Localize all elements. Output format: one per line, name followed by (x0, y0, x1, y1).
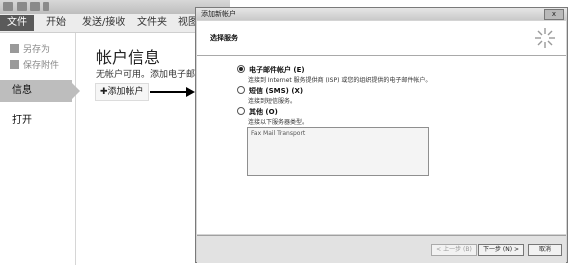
option-email-label: 电子邮件帐户 (E) (249, 66, 305, 74)
dialog-header: 选择服务 (197, 21, 566, 56)
next-button[interactable]: 下一步 (N) > (478, 244, 524, 256)
save-attachments-command[interactable]: 保存附件 (10, 58, 59, 71)
dialog-titlebar: 添加新帐户 x (196, 8, 567, 20)
radio-email-account[interactable] (237, 65, 245, 73)
account-info-title: 帐户信息 (96, 48, 161, 67)
transport-listbox[interactable]: Fax Mail Transport (247, 127, 429, 176)
outlook-app-icon (3, 2, 13, 11)
save-attachments-icon (10, 60, 19, 69)
option-sms[interactable]: 短信 (SMS) (X) (237, 86, 303, 96)
tab-folder[interactable]: 文件夹 (131, 15, 173, 31)
plus-icon: ✚ (100, 87, 108, 97)
tab-send-receive[interactable]: 发送/接收 (76, 15, 131, 31)
callout-arrow (150, 91, 188, 93)
tab-file[interactable]: 文件 (0, 15, 34, 31)
callout-arrow-head (186, 87, 195, 97)
save-as-command[interactable]: 另存为 (10, 42, 50, 55)
cancel-button[interactable]: 取消 (528, 244, 562, 256)
save-as-icon (10, 44, 19, 53)
save-as-label: 另存为 (23, 45, 51, 55)
option-other-label: 其他 (O) (249, 108, 278, 116)
dialog-title: 添加新帐户 (201, 10, 236, 18)
add-account-button[interactable]: ✚添加帐户 (95, 83, 149, 101)
radio-sms[interactable] (237, 86, 245, 94)
tab-home[interactable]: 开始 (40, 15, 72, 31)
dialog-body: 电子邮件帐户 (E) 连接到 Internet 服务提供商 (ISP) 或您的组… (197, 56, 566, 234)
close-button[interactable]: x (544, 9, 564, 20)
backstage-nav: 另存为 保存附件 信息 打开 (0, 33, 80, 265)
option-email-account[interactable]: 电子邮件帐户 (E) (237, 65, 305, 75)
option-other-description: 连接以下服务器类型。 (248, 119, 309, 126)
wizard-sparkle-icon (535, 28, 555, 48)
dialog-heading: 选择服务 (210, 34, 238, 42)
list-item[interactable]: Fax Mail Transport (251, 130, 305, 137)
add-account-label: 添加帐户 (107, 87, 144, 97)
option-other[interactable]: 其他 (O) (237, 107, 278, 117)
option-email-description: 连接到 Internet 服务提供商 (ISP) 或您的组织提供的电子邮件帐户。 (248, 77, 432, 84)
dialog-footer: < 上一步 (B) 下一步 (N) > 取消 (197, 235, 566, 263)
undo-icon[interactable] (30, 2, 40, 11)
option-sms-description: 连接到短信服务。 (248, 98, 297, 105)
radio-other[interactable] (237, 107, 245, 115)
qat-dropdown-icon[interactable] (43, 2, 49, 11)
backstage-item-open[interactable]: 打开 (12, 111, 32, 126)
save-attachments-label: 保存附件 (23, 61, 60, 71)
save-icon[interactable] (17, 2, 27, 11)
account-info-subtitle: 无帐户可用。添加电子邮件 (96, 70, 205, 80)
back-button[interactable]: < 上一步 (B) (431, 244, 477, 256)
add-account-dialog: 添加新帐户 x 选择服务 电子邮件帐户 (E) 连接到 Internet 服务提… (195, 7, 568, 263)
option-sms-label: 短信 (SMS) (X) (249, 87, 304, 95)
backstage-item-info[interactable]: 信息 (0, 80, 80, 102)
